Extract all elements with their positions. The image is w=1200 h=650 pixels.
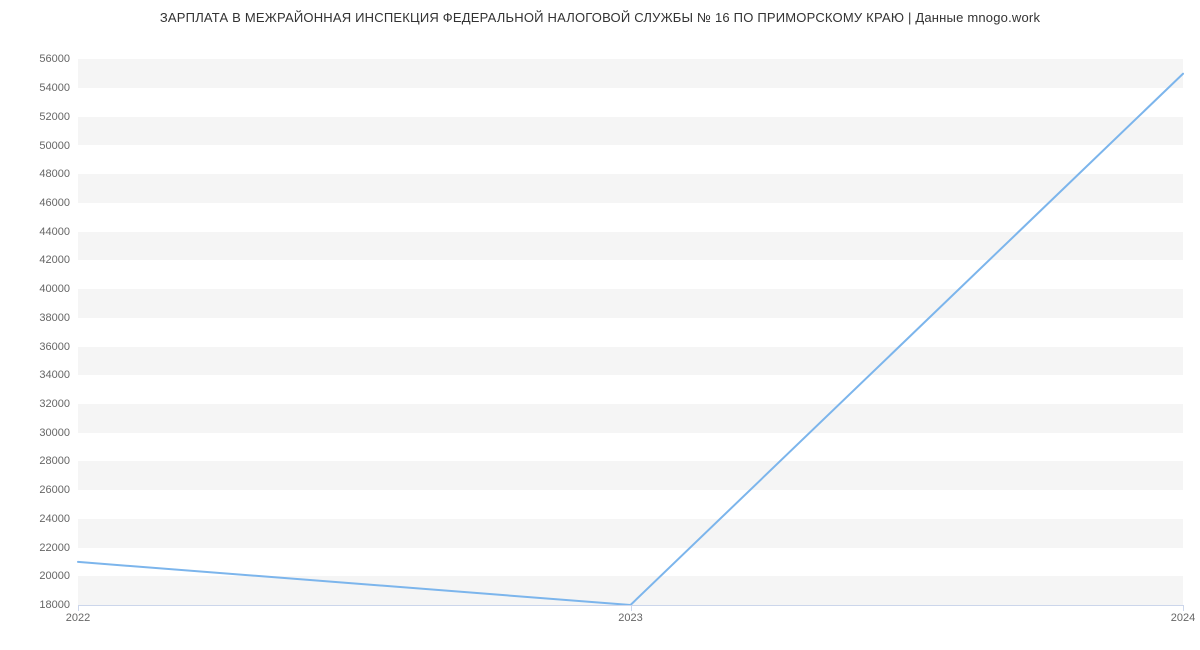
y-tick-label: 28000	[39, 455, 70, 467]
y-tick-label: 42000	[39, 254, 70, 266]
y-tick-label: 56000	[39, 53, 70, 65]
x-tick	[631, 605, 632, 611]
y-tick-label: 24000	[39, 513, 70, 525]
y-tick-label: 40000	[39, 283, 70, 295]
y-tick-label: 36000	[39, 341, 70, 353]
x-tick-label: 2024	[1171, 612, 1195, 624]
y-tick-label: 54000	[39, 82, 70, 94]
y-tick-label: 18000	[39, 599, 70, 611]
line-series	[78, 45, 1183, 605]
x-tick-label: 2022	[66, 612, 90, 624]
plot-area	[78, 45, 1183, 605]
y-tick-label: 50000	[39, 140, 70, 152]
y-tick-label: 44000	[39, 226, 70, 238]
y-tick-label: 26000	[39, 484, 70, 496]
x-tick	[78, 605, 79, 611]
y-tick-label: 30000	[39, 427, 70, 439]
x-tick	[1183, 605, 1184, 611]
chart-title: ЗАРПЛАТА В МЕЖРАЙОННАЯ ИНСПЕКЦИЯ ФЕДЕРАЛ…	[0, 0, 1200, 25]
y-tick-label: 48000	[39, 168, 70, 180]
chart-container: ЗАРПЛАТА В МЕЖРАЙОННАЯ ИНСПЕКЦИЯ ФЕДЕРАЛ…	[0, 0, 1200, 650]
y-tick-label: 38000	[39, 312, 70, 324]
y-tick-label: 52000	[39, 111, 70, 123]
y-tick-label: 34000	[39, 369, 70, 381]
y-tick-label: 20000	[39, 570, 70, 582]
y-tick-label: 32000	[39, 398, 70, 410]
x-tick-label: 2023	[618, 612, 642, 624]
y-tick-label: 22000	[39, 542, 70, 554]
y-tick-label: 46000	[39, 197, 70, 209]
